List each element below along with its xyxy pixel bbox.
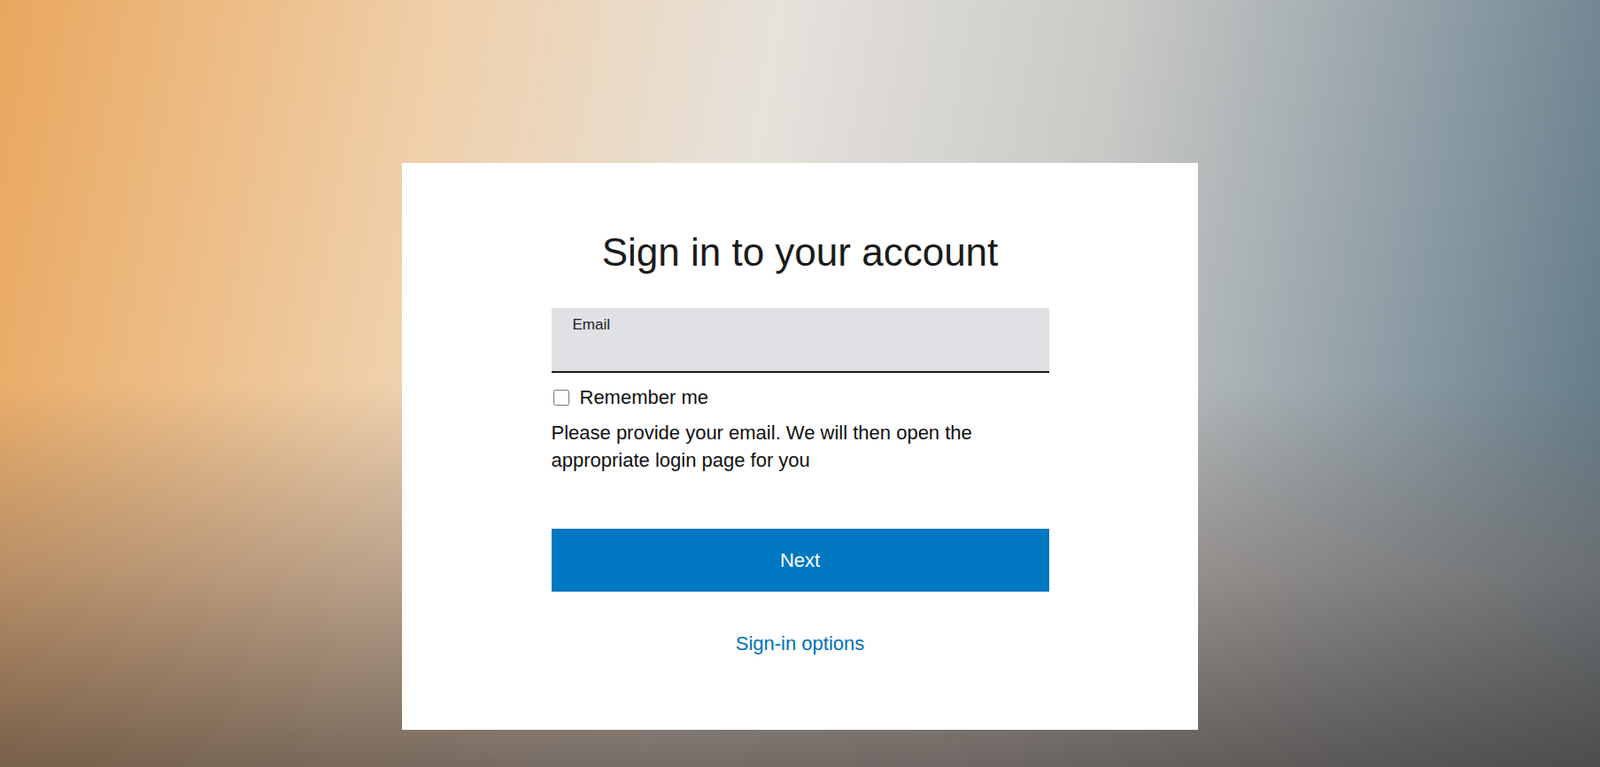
sign-in-options-link[interactable]: Sign-in options [735,630,866,658]
background-photo: Sign in to your account Email Remember me P… [0,0,1600,767]
page-title: Sign in to your account [602,228,999,277]
sign-in-form: Email Remember me Please provide your emai… [551,308,1050,658]
sign-in-page: Sign in to your account Email Remember me P… [0,0,1600,767]
email-label: Email [572,315,1029,335]
remember-me-checkbox[interactable] [553,389,570,406]
links-row: Sign-in options [551,630,1050,658]
email-input[interactable] [572,334,1029,364]
email-field[interactable]: Email [551,308,1050,373]
help-text: Please provide your email. We will then … [551,418,1030,474]
remember-me-label: Remember me [579,385,709,410]
sign-in-card: Sign in to your account Email Remember me P… [401,162,1199,730]
remember-me[interactable]: Remember me [551,385,1050,410]
next-button[interactable]: Next [551,528,1050,592]
